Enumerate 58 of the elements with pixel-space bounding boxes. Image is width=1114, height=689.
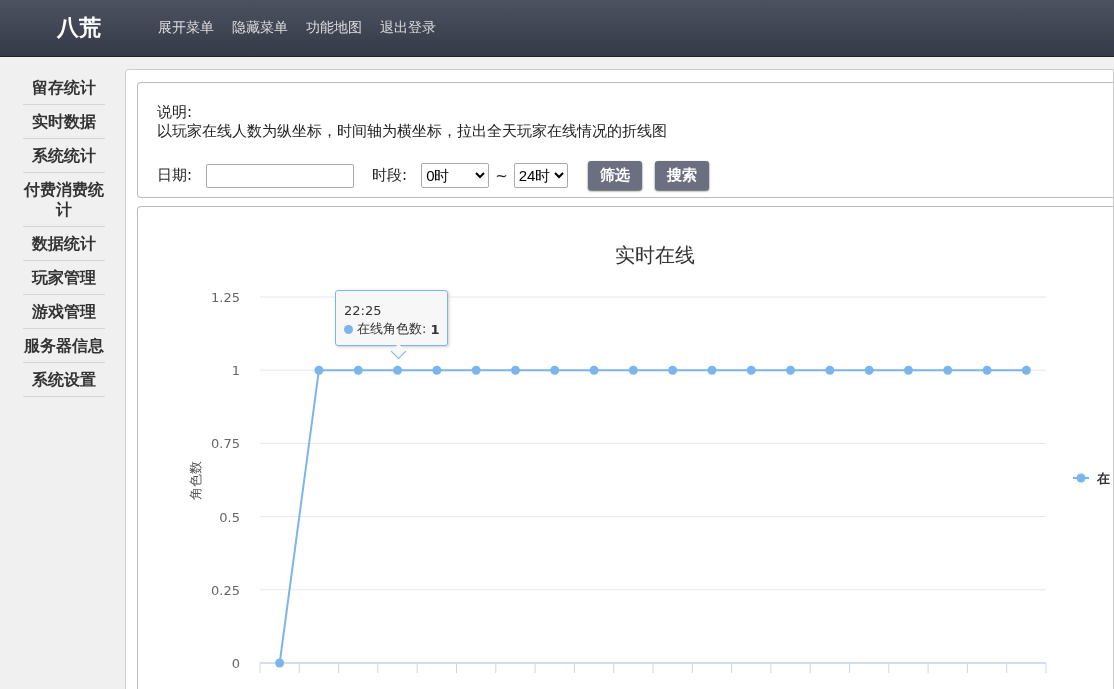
menu-link[interactable]: 功能地图 (306, 19, 362, 37)
sidebar-item[interactable]: 系统统计 (23, 139, 105, 173)
data-point (628, 365, 638, 375)
data-point (746, 365, 756, 375)
data-point (550, 365, 560, 375)
legend-marker-icon (1072, 473, 1090, 483)
start-hour-select[interactable]: 0时 (421, 163, 490, 188)
chart-title: 实时在线 (615, 243, 695, 267)
legend-label: 在 (1097, 471, 1110, 486)
menu-link[interactable]: 退出登录 (380, 19, 436, 37)
description-title: 说明: (157, 103, 194, 122)
y-tick-label: 0.25 (211, 582, 240, 598)
end-hour-select[interactable]: 24时 (513, 163, 568, 188)
y-tick-label: 0.75 (211, 436, 240, 452)
date-label: 日期: (157, 166, 193, 185)
filter-button[interactable]: 搜索 (654, 161, 709, 190)
y-tick-label: 0.5 (219, 509, 240, 525)
sidebar-item[interactable]: 游戏管理 (23, 295, 105, 329)
date-field[interactable] (206, 163, 355, 188)
data-point (471, 365, 481, 375)
tooltip-series: 在线角色数: (357, 320, 427, 338)
sidebar-item[interactable]: 留存统计 (23, 71, 105, 105)
data-point (275, 658, 285, 668)
period-label: 时段: (372, 166, 408, 185)
y-tick-label: 1 (231, 363, 240, 379)
data-point (589, 365, 599, 375)
data-point (786, 365, 796, 375)
sidebar-item[interactable]: 系统设置 (23, 363, 105, 397)
menu-link[interactable]: 隐藏菜单 (232, 19, 288, 37)
sidebar-item[interactable]: 服务器信息 (23, 329, 105, 363)
y-tick-label: 0 (231, 656, 240, 671)
sidebar-item[interactable]: 数据统计 (23, 227, 105, 261)
data-point (982, 365, 992, 375)
data-point (707, 365, 717, 375)
y-tick-label: 1.25 (211, 290, 240, 305)
sidebar-item[interactable]: 玩家管理 (23, 261, 105, 295)
data-point (510, 365, 520, 375)
data-point (432, 365, 442, 375)
menu-link[interactable]: 展开菜单 (158, 19, 214, 37)
sidebar-item[interactable]: 付费消费统计 (23, 173, 105, 227)
data-point (825, 365, 835, 375)
tooltip-value: 1 (430, 321, 440, 337)
data-point (1021, 365, 1031, 375)
tooltip-time: 22:25 (344, 303, 383, 318)
filter-button[interactable]: 筛选 (587, 161, 642, 190)
logo-text: 八荒 (56, 14, 102, 42)
data-point (943, 365, 953, 375)
data-point (353, 365, 363, 375)
data-point (864, 365, 874, 375)
y-axis-label: 角色数 (188, 460, 203, 500)
sidebar-item[interactable]: 实时数据 (23, 105, 105, 139)
data-point (314, 365, 324, 375)
data-point (903, 365, 913, 375)
series-dot-icon (344, 324, 353, 334)
range-separator: ~ (495, 166, 508, 185)
data-point (393, 365, 403, 375)
description-text: 以玩家在线人数为纵坐标，时间轴为横坐标，拉出全天玩家在线情况的折线图 (157, 122, 668, 141)
data-point (668, 365, 678, 375)
